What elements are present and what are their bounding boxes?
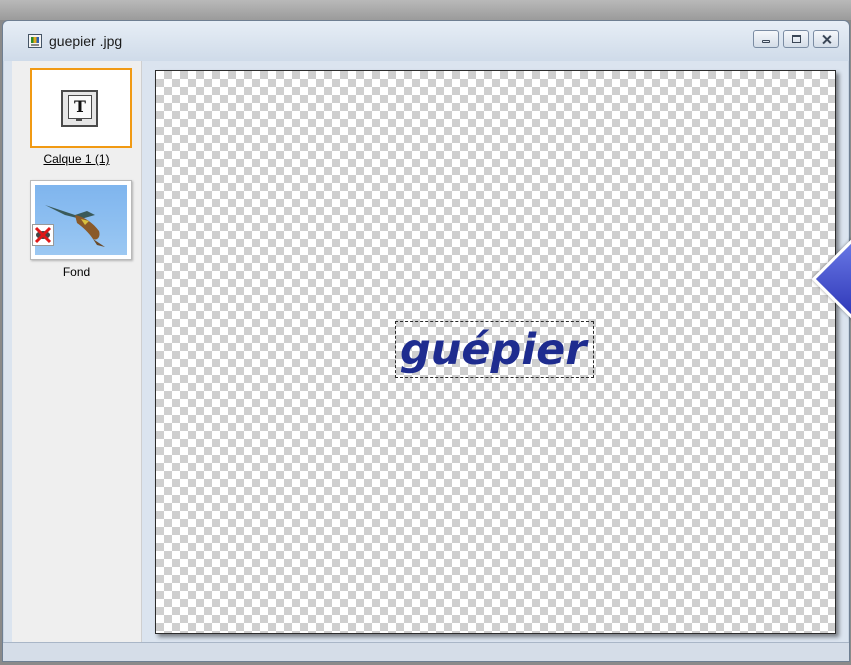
- text-layer-icon: T: [61, 90, 98, 127]
- layer-thumbnail-calque-1[interactable]: T: [30, 68, 132, 148]
- layer-thumbnail-fond[interactable]: [30, 180, 132, 260]
- window-controls: [753, 30, 839, 48]
- layers-panel: T Calque 1 (1) Fond: [12, 61, 142, 643]
- desktop-background: [0, 0, 851, 20]
- minimize-button[interactable]: [753, 30, 779, 48]
- layer-label-calque-1[interactable]: Calque 1 (1): [12, 152, 141, 166]
- title-bar[interactable]: guepier .jpg: [3, 21, 849, 61]
- image-file-icon: [28, 34, 42, 48]
- status-bar: [3, 642, 849, 661]
- image-canvas[interactable]: guépier: [155, 70, 836, 634]
- window-title: guepier .jpg: [49, 33, 123, 49]
- canvas-text[interactable]: guépier: [400, 325, 586, 375]
- image-window: guepier .jpg T Calque 1 (1) Fond guépier: [2, 20, 850, 662]
- hidden-eye-icon[interactable]: [32, 224, 54, 246]
- maximize-button[interactable]: [783, 30, 809, 48]
- layer-label-fond[interactable]: Fond: [12, 265, 141, 279]
- close-button[interactable]: [813, 30, 839, 48]
